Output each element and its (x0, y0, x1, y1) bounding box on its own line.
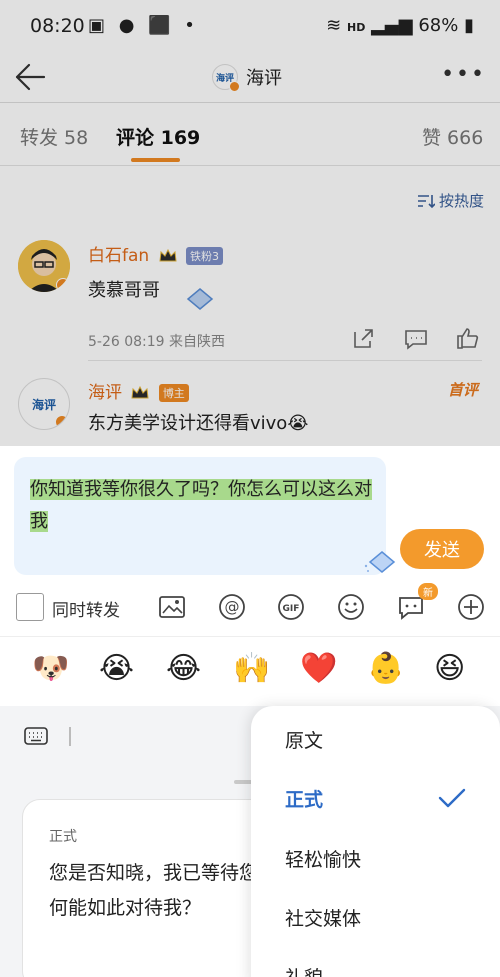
menu-item-original[interactable]: 原文 (285, 726, 323, 753)
like-icon[interactable] (456, 327, 480, 349)
add-icon[interactable] (456, 592, 486, 622)
author-name: 海评 (88, 383, 122, 403)
menu-item-casual[interactable]: 轻松愉快 (285, 845, 361, 872)
mention-icon[interactable]: @ (217, 592, 247, 622)
signal-icon: ▂▄▆ (371, 15, 413, 36)
verified-icon (55, 415, 69, 429)
tab-active-indicator (131, 158, 180, 162)
nav-account[interactable]: 海评 海评 (212, 64, 282, 92)
comment-composer: 你知道我等你很久了吗？你怎么可以这么对我 发送 同时转发 @ GIF 新 🐶 😭… (0, 446, 500, 706)
gif-icon[interactable]: GIF (276, 592, 306, 622)
menu-item-polite[interactable]: 礼貌 (285, 963, 323, 977)
battery-text: 68% (418, 15, 459, 36)
comment-input-text[interactable]: 你知道我等你很久了吗？你怎么可以这么对我 (30, 474, 380, 538)
crying-emoji[interactable]: 😭 (99, 653, 134, 685)
image-icon[interactable] (157, 592, 187, 622)
toolbar-divider (69, 727, 71, 746)
tab-bar: 转发 58 评论 169 赞 666 (0, 102, 500, 166)
user-avatar[interactable] (18, 240, 70, 292)
sparkle-icon (186, 288, 214, 310)
first-comment-badge: 首评 (447, 381, 478, 399)
keyboard-icon[interactable] (24, 727, 48, 745)
network-label: HD (347, 21, 366, 34)
doge-emoji[interactable]: 🐶 (32, 653, 69, 685)
emoji-icon[interactable] (336, 592, 366, 622)
baby-emoji[interactable]: 👶 (367, 653, 404, 685)
status-right: ≋ HD ▂▄▆ 68% ▮ (326, 15, 474, 36)
status-bar: 08:20 ▣ ● ⬛ • ≋ HD ▂▄▆ 68% ▮ (0, 0, 500, 52)
share-icon[interactable] (352, 328, 376, 350)
heart-emoji[interactable]: ❤️ (300, 653, 337, 685)
back-arrow-icon[interactable] (12, 60, 48, 94)
comment-text: 东方美学设计还得看vivo😭 (88, 413, 309, 434)
composer-toolbar: 同时转发 @ GIF 新 (0, 583, 500, 637)
app-root: 08:20 ▣ ● ⬛ • ≋ HD ▂▄▆ 68% ▮ 海评 海评 ••• 转… (0, 0, 500, 977)
comment-divider (88, 360, 482, 361)
blogger-avatar-text: 海评 (31, 397, 56, 412)
status-time: 08:20 (30, 15, 85, 37)
battery-icon: ▮ (464, 15, 474, 36)
comment-meta: 5-26 08:19 来自陕西 (88, 334, 226, 350)
menu-item-social-media[interactable]: 社交媒体 (285, 904, 361, 931)
comment-author[interactable]: 海评 博主 (88, 378, 189, 403)
blogger-avatar[interactable]: 海评 (18, 378, 70, 430)
laughing-tears-emoji[interactable]: 😂 (166, 653, 201, 685)
new-badge: 新 (418, 583, 438, 600)
tab-likes[interactable]: 赞 666 (422, 123, 483, 150)
checkmark-icon (438, 788, 466, 808)
quick-emoji-row: 🐶 😭 😂 🙌 ❤️ 👶 😆 (0, 639, 500, 703)
crown-icon (159, 249, 177, 262)
nav-title: 海评 (246, 68, 282, 89)
more-options-icon[interactable]: ••• (441, 62, 486, 87)
fan-badge: 铁粉3 (186, 247, 223, 265)
notification-icons: ▣ ● ⬛ • (88, 15, 199, 36)
repost-checkbox[interactable] (16, 593, 44, 621)
verified-icon (229, 81, 240, 92)
menu-item-formal[interactable]: 正式 (285, 785, 323, 812)
result-style-label: 正式 (49, 829, 77, 845)
grin-emoji[interactable]: 😆 (434, 653, 465, 685)
wifi-icon: ≋ (326, 15, 342, 36)
account-avatar: 海评 (212, 64, 240, 92)
svg-text:GIF: GIF (283, 604, 300, 614)
comment-text: 羡慕哥哥 (88, 280, 160, 301)
selected-text: 你知道我等你很久了吗？你怎么可以这么对我 (30, 479, 372, 532)
celebrate-emoji[interactable]: 🙌 (233, 653, 270, 685)
sort-label: 按热度 (438, 192, 484, 210)
repost-label: 同时转发 (52, 601, 120, 621)
ai-sparkle-icon[interactable] (362, 550, 396, 576)
sort-button[interactable]: 按热度 (417, 190, 484, 211)
comment-author[interactable]: 白石fan 铁粉3 (88, 241, 223, 266)
top-nav: 海评 海评 ••• (0, 52, 500, 102)
crown-icon (131, 386, 149, 399)
author-name: 白石fan (88, 246, 150, 266)
owner-badge: 博主 (158, 384, 189, 402)
svg-text:@: @ (225, 598, 240, 616)
sort-icon (417, 194, 435, 208)
reply-icon[interactable] (404, 328, 428, 350)
verified-icon (56, 278, 70, 292)
tab-repost[interactable]: 转发 58 (20, 123, 88, 150)
send-button[interactable]: 发送 (400, 529, 484, 569)
tone-menu: 原文 正式 轻松愉快 社交媒体 礼貌 (251, 706, 500, 977)
tab-comments[interactable]: 评论 169 (116, 123, 200, 150)
